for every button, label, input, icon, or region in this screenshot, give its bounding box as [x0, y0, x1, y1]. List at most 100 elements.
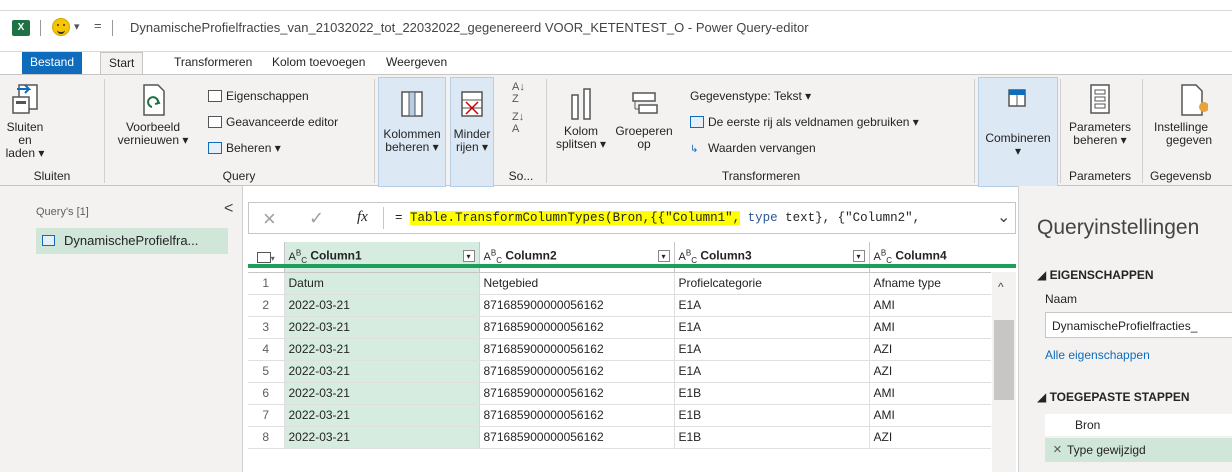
- query-item[interactable]: DynamischeProfielfra...: [36, 228, 228, 254]
- expand-formula-icon[interactable]: ⌄: [997, 207, 1010, 227]
- table-cell[interactable]: AMI: [869, 382, 991, 405]
- table-cell[interactable]: E1A: [674, 316, 870, 339]
- column-quality-bar: [248, 264, 1016, 268]
- table-cell[interactable]: E1B: [674, 382, 870, 405]
- manage-columns-label-2: beheren ▾: [385, 140, 439, 154]
- table-cell[interactable]: Datum: [284, 272, 480, 295]
- applied-steps-section-header[interactable]: ◢ TOEGEPASTE STAPPEN: [1037, 390, 1190, 404]
- table-cell[interactable]: AMI: [869, 316, 991, 339]
- close-and-load-button[interactable]: Sluiten en laden ▾: [4, 81, 46, 163]
- qat-dropdown-icon[interactable]: ▾: [74, 20, 80, 33]
- table-cell[interactable]: 871685900000056162: [479, 382, 675, 405]
- title-bar: X ▾ = DynamischeProfielfracties_van_2103…: [0, 0, 1232, 52]
- table-cell[interactable]: 871685900000056162: [479, 360, 675, 383]
- table-cell[interactable]: E1B: [674, 404, 870, 427]
- table-cell[interactable]: 2022-03-21: [284, 404, 480, 427]
- table-cell[interactable]: 871685900000056162: [479, 316, 675, 339]
- table-cell[interactable]: AZI: [869, 360, 991, 383]
- query-settings-pane: Queryinstellingen ◢ EIGENSCHAPPEN Naam D…: [1018, 186, 1232, 472]
- table-row: 6 2022-03-21 871685900000056162 E1B AMI: [248, 382, 991, 405]
- column-name: Column1: [310, 248, 362, 263]
- table-row: 1 Datum Netgebied Profielcategorie Afname ty…: [248, 272, 991, 295]
- table-cell[interactable]: AZI: [869, 338, 991, 361]
- queries-pane: Query's [1] < DynamischeProfielfra...: [0, 186, 243, 472]
- tab-kolom-toevoegen[interactable]: Kolom toevoegen: [264, 52, 373, 74]
- table-cell[interactable]: Netgebied: [479, 272, 675, 295]
- table-cell[interactable]: AMI: [869, 404, 991, 427]
- table-cell[interactable]: 2022-03-21: [284, 426, 480, 449]
- advanced-editor-label: Geavanceerde editor: [226, 115, 339, 129]
- tab-start[interactable]: Start: [100, 52, 144, 75]
- manage-button[interactable]: Beheren ▾: [208, 141, 281, 155]
- table-cell[interactable]: 2022-03-21: [284, 382, 480, 405]
- table-cell[interactable]: 871685900000056162: [479, 294, 675, 317]
- reduce-rows-button[interactable]: Minder rijen ▾: [450, 77, 494, 187]
- column-name: Column3: [700, 248, 752, 263]
- column-filter-dropdown-icon[interactable]: ▾: [462, 250, 475, 263]
- table-cell[interactable]: 2022-03-21: [284, 338, 480, 361]
- smiley-feedback-icon[interactable]: [52, 18, 70, 36]
- scrollbar-thumb[interactable]: [994, 320, 1014, 400]
- step-item-bron[interactable]: Bron: [1045, 414, 1232, 436]
- data-type-dropdown[interactable]: Gegevenstype: Tekst ▾: [690, 89, 811, 103]
- separator: [40, 20, 41, 36]
- table-cell[interactable]: 871685900000056162: [479, 404, 675, 427]
- table-cell[interactable]: AZI: [869, 426, 991, 449]
- table-cell[interactable]: E1B: [674, 426, 870, 449]
- table-cell[interactable]: 2022-03-21: [284, 294, 480, 317]
- table-cell[interactable]: Profielcategorie: [674, 272, 870, 295]
- column-filter-dropdown-icon[interactable]: ▾: [657, 250, 670, 263]
- manage-parameters-button[interactable]: Parameters beheren ▾: [1064, 81, 1136, 163]
- table-cell[interactable]: AMI: [869, 294, 991, 317]
- delete-step-icon[interactable]: ×: [1053, 441, 1062, 458]
- sort-descending-icon[interactable]: Z↓ A: [512, 111, 524, 135]
- table-row: 2 2022-03-21 871685900000056162 E1A AMI: [248, 294, 991, 317]
- table-cell[interactable]: E1A: [674, 360, 870, 383]
- data-source-settings-button[interactable]: Instellinge gegeven: [1146, 81, 1232, 163]
- formula-input[interactable]: = Table.TransformColumnTypes(Bron,{{"Col…: [395, 211, 920, 225]
- vertical-scrollbar[interactable]: ^: [992, 272, 1016, 472]
- table-cell[interactable]: 2022-03-21: [284, 360, 480, 383]
- tab-transformeren[interactable]: Transformeren: [166, 52, 260, 74]
- group-by-button[interactable]: Groeperen op: [612, 81, 676, 163]
- close-load-label-2: laden ▾: [5, 146, 45, 160]
- table-cell[interactable]: E1A: [674, 294, 870, 317]
- refresh-icon: [143, 84, 165, 116]
- row-number: 4: [248, 338, 285, 361]
- table-cell[interactable]: E1A: [674, 338, 870, 361]
- step-item-type-gewijzigd[interactable]: × Type gewijzigd: [1045, 438, 1232, 462]
- properties-button[interactable]: Eigenschappen: [208, 89, 309, 103]
- replace-values-button[interactable]: ↳ Waarden vervangen: [690, 141, 816, 155]
- column-filter-dropdown-icon[interactable]: ▾: [852, 250, 865, 263]
- all-properties-link[interactable]: Alle eigenschappen: [1045, 348, 1150, 362]
- table-cell[interactable]: 2022-03-21: [284, 316, 480, 339]
- split-column-icon: [571, 88, 591, 120]
- group-separator: [1060, 79, 1061, 183]
- replace-values-label: Waarden vervangen: [708, 141, 816, 155]
- fx-icon[interactable]: fx: [357, 209, 368, 226]
- combine-button[interactable]: Combineren ▾: [978, 77, 1058, 187]
- first-row-headers-button[interactable]: De eerste rij als veldnamen gebruiken ▾: [690, 115, 919, 129]
- tab-weergeven[interactable]: Weergeven: [378, 52, 455, 74]
- table-cell[interactable]: Afname type: [869, 272, 991, 295]
- split-column-button[interactable]: Kolom splitsen ▾: [550, 81, 612, 163]
- commit-icon[interactable]: ✓: [309, 208, 324, 229]
- text-type-icon: ABC: [678, 248, 697, 266]
- table-cell[interactable]: 871685900000056162: [479, 426, 675, 449]
- manage-columns-button[interactable]: Kolommen beheren ▾: [378, 77, 446, 187]
- table-cell[interactable]: 871685900000056162: [479, 338, 675, 361]
- advanced-editor-button[interactable]: Geavanceerde editor: [208, 115, 338, 129]
- name-input[interactable]: DynamischeProfielfracties_: [1045, 312, 1232, 338]
- scroll-up-icon[interactable]: ^: [998, 280, 1004, 294]
- cancel-icon[interactable]: ×: [263, 206, 276, 232]
- rows-icon: [461, 91, 483, 117]
- tab-bestand[interactable]: Bestand: [22, 52, 83, 74]
- sort-ascending-icon[interactable]: A↓ Z: [512, 81, 525, 105]
- table-header-icon: [690, 116, 704, 128]
- qat-customize-icon[interactable]: =: [94, 18, 102, 33]
- properties-section-header[interactable]: ◢ EIGENSCHAPPEN: [1037, 268, 1154, 282]
- collapse-pane-icon[interactable]: <: [224, 200, 233, 218]
- window-title: DynamischeProfielfracties_van_21032022_t…: [130, 20, 809, 35]
- data-source-settings-icon: [1181, 84, 1208, 116]
- preview-refresh-button[interactable]: Voorbeeld vernieuwen ▾: [114, 81, 192, 163]
